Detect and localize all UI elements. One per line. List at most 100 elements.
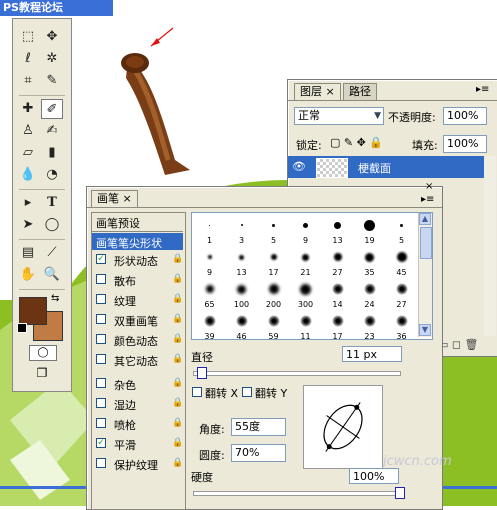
brush-preset[interactable]: 1 [194, 214, 225, 246]
type-icon[interactable]: T [41, 193, 63, 213]
checkbox[interactable] [96, 274, 106, 284]
brush-preset[interactable]: 11 [290, 310, 321, 339]
crop-icon[interactable]: ⌗ [17, 71, 39, 91]
hand-icon[interactable]: ✋ [17, 265, 39, 285]
brush-angle-preview[interactable] [303, 385, 383, 469]
tab-layers[interactable]: 图层 × [294, 83, 341, 100]
brush-preset[interactable]: 9 [290, 214, 321, 246]
checkbox[interactable] [96, 314, 106, 324]
brush-preset[interactable]: 5 [258, 214, 289, 246]
stamp-icon[interactable]: ♙ [17, 121, 39, 141]
brush-preset[interactable]: 100 [226, 278, 257, 310]
brush-preset[interactable]: 45 [386, 246, 417, 278]
marquee-icon[interactable]: ⬚ [17, 27, 39, 47]
option-shape-dynamics[interactable]: ✓ 形状动态 🔒 [96, 251, 184, 269]
eraser-icon[interactable]: ▱ [17, 143, 39, 163]
option-color-dynamics[interactable]: 颜色动态 🔒 [96, 331, 184, 349]
history-brush-icon[interactable]: ✍ [41, 121, 63, 141]
brush-preset[interactable]: 5 [386, 214, 417, 246]
brush-preset[interactable]: 17 [258, 246, 289, 278]
checkbox[interactable] [96, 334, 106, 344]
blur-icon[interactable]: 💧 [17, 165, 39, 185]
option-other-dynamics[interactable]: 其它动态 🔒 [96, 351, 184, 369]
brush-preset[interactable]: 14 [322, 278, 353, 310]
brush-preset[interactable]: 13 [226, 246, 257, 278]
zoom-icon[interactable]: 🔍 [41, 265, 63, 285]
brush-preset[interactable]: 36 [386, 310, 417, 339]
option-smoothing[interactable]: ✓ 平滑 🔒 [96, 435, 184, 453]
option-scatter[interactable]: 散布 🔒 [96, 271, 184, 289]
eyedropper-icon[interactable]: ⟋ [41, 243, 63, 263]
checkbox[interactable] [96, 418, 106, 428]
brush-preset[interactable]: 17 [322, 310, 353, 339]
brush-panel-close-icon[interactable]: × [425, 181, 433, 192]
visibility-eye-icon[interactable]: 👁 [292, 160, 306, 173]
blend-mode-select[interactable]: 正常 ▼ [294, 107, 384, 125]
layer-row[interactable]: 👁 梗截面 [288, 156, 484, 178]
brush-preset[interactable]: 13 [322, 214, 353, 246]
diameter-slider-thumb[interactable] [197, 367, 207, 379]
diameter-field[interactable]: 11 px [342, 346, 402, 362]
brush-preset[interactable]: 23 [354, 310, 385, 339]
slice-icon[interactable]: ✎ [41, 71, 63, 91]
option-texture[interactable]: 纹理 🔒 [96, 291, 184, 309]
brush-preset[interactable]: 35 [354, 246, 385, 278]
brush-preset[interactable]: 39 [194, 310, 225, 339]
checkbox[interactable] [96, 378, 106, 388]
brush-tip-shape-item[interactable]: 画笔笔尖形状 [92, 233, 183, 250]
notes-icon[interactable]: ▤ [17, 243, 39, 263]
default-colors-icon[interactable] [17, 323, 27, 333]
brush-preset[interactable]: 27 [386, 278, 417, 310]
option-wet-edges[interactable]: 湿边 🔒 [96, 395, 184, 413]
brush-icon[interactable]: ✐ [41, 99, 63, 119]
diameter-slider[interactable] [193, 371, 401, 376]
brush-preset[interactable]: 46 [226, 310, 257, 339]
checkbox[interactable] [96, 458, 106, 468]
option-noise[interactable]: 杂色 🔒 [96, 375, 184, 393]
brush-preset[interactable]: 27 [322, 246, 353, 278]
brush-preset[interactable]: 300 [290, 278, 321, 310]
gradient-icon[interactable]: ▮ [41, 143, 63, 163]
brush-preset[interactable]: 24 [354, 278, 385, 310]
dodge-icon[interactable]: ◔ [41, 165, 63, 185]
opacity-field[interactable]: 100% [443, 107, 487, 125]
brush-preset[interactable]: 3 [226, 214, 257, 246]
flip-y-checkbox[interactable] [242, 387, 252, 397]
lock-icons[interactable]: ▢ ✎ ✥ 🔒 [330, 136, 383, 149]
roundness-field[interactable]: 70% [231, 444, 286, 462]
angle-field[interactable]: 55度 [231, 418, 286, 436]
option-dual-brush[interactable]: 双重画笔 🔒 [96, 311, 184, 329]
brush-preset[interactable]: 21 [290, 246, 321, 278]
quick-mask-icon[interactable]: ◯ [29, 345, 57, 361]
magic-wand-icon[interactable]: ✲ [41, 49, 63, 69]
brush-preset[interactable]: 9 [194, 246, 225, 278]
swap-colors-icon[interactable]: ⇆ [51, 293, 59, 304]
direct-select-icon[interactable]: ➤ [17, 215, 39, 235]
healing-icon[interactable]: ✚ [17, 99, 39, 119]
flip-x-checkbox[interactable] [192, 387, 202, 397]
hardness-field[interactable]: 100% [349, 468, 399, 484]
screen-mode-icon[interactable]: ❐ [29, 365, 55, 381]
tab-brushes[interactable]: 画笔 × [91, 190, 138, 207]
brush-presets-item[interactable]: 画笔预设 [92, 213, 183, 232]
hardness-slider[interactable] [193, 491, 401, 496]
option-protect-texture[interactable]: 保护纹理 🔒 [96, 455, 184, 473]
brush-presets-grid[interactable]: 1 3 5 9 13 19 5 9 13 17 21 27 35 45 65 100 200 300 14 24 27 3… [191, 212, 433, 340]
checkbox[interactable] [96, 398, 106, 408]
brush-preset[interactable]: 200 [258, 278, 289, 310]
brush-panel-menu-icon[interactable]: ▸≡ [421, 194, 434, 205]
panel-menu-icon[interactable]: ▸≡ [476, 84, 489, 95]
layer-bottom-icons[interactable]: ▭ ◻ 🗑 [438, 338, 478, 351]
hardness-slider-thumb[interactable] [395, 487, 405, 499]
shape-icon[interactable]: ◯ [41, 215, 63, 235]
option-airbrush[interactable]: 喷枪 🔒 [96, 415, 184, 433]
checkbox[interactable] [96, 294, 106, 304]
checkbox[interactable]: ✓ [96, 438, 106, 448]
fill-field[interactable]: 100% [443, 135, 487, 153]
checkbox[interactable]: ✓ [96, 254, 106, 264]
brush-preset[interactable]: 65 [194, 278, 225, 310]
brush-preset[interactable]: 59 [258, 310, 289, 339]
path-select-icon[interactable]: ▸ [17, 193, 39, 213]
tab-paths[interactable]: 路径 [343, 83, 377, 100]
brush-preset[interactable]: 19 [354, 214, 385, 246]
